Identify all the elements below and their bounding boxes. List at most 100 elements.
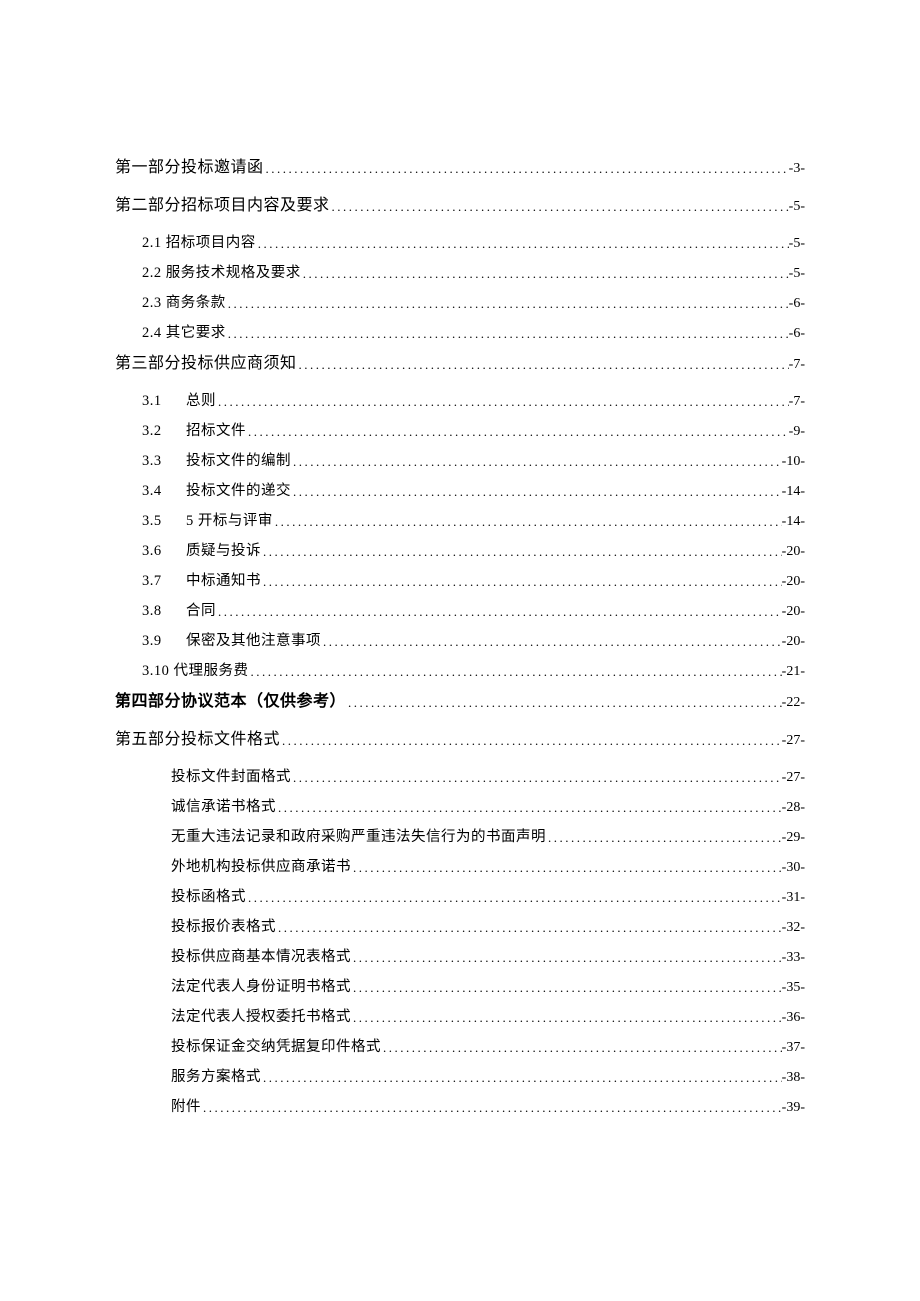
toc-entry-number: 2.4: [142, 326, 162, 341]
toc-entry[interactable]: 2.3 商务条款 -6-: [115, 296, 805, 311]
toc-entry-page: -5-: [789, 237, 805, 251]
toc-entry-text: 招标文件: [186, 423, 246, 439]
toc-entry[interactable]: 第四部分协议范本（仅供参考） -22-: [115, 694, 805, 710]
toc-leader-dots: [291, 485, 782, 498]
toc-entry[interactable]: 第三部分投标供应商须知 -7-: [115, 356, 805, 372]
toc-entry[interactable]: 3.6质疑与投诉 -20-: [115, 544, 805, 559]
toc-entry-title: 3.10 代理服务费: [142, 664, 249, 679]
toc-leader-dots: [280, 734, 782, 747]
toc-entry-text: 服务技术规格及要求: [166, 265, 301, 281]
toc-entry[interactable]: 诚信承诺书格式 -28-: [115, 800, 805, 815]
toc-entry-page: -39-: [782, 1101, 805, 1115]
toc-leader-dots: [351, 861, 782, 874]
toc-entry-text: 招标项目内容: [166, 235, 256, 251]
toc-entry-page: -32-: [782, 921, 805, 935]
toc-entry[interactable]: 2.4 其它要求 -6-: [115, 326, 805, 341]
toc-entry[interactable]: 投标函格式 -31-: [115, 890, 805, 905]
toc-entry[interactable]: 第二部分招标项目内容及要求 -5-: [115, 198, 805, 214]
toc-entry[interactable]: 3.55 开标与评审 -14-: [115, 514, 805, 529]
toc-leader-dots: [216, 605, 782, 618]
toc-entry[interactable]: 3.8合同 -20-: [115, 604, 805, 619]
toc-entry-text: 商务条款: [166, 295, 226, 311]
toc-entry-number: 2.1: [142, 236, 162, 251]
toc-entry-title: 3.4投标文件的递交: [142, 484, 291, 499]
toc-entry-number: 3.10: [142, 664, 169, 679]
toc-entry-title: 2.4 其它要求: [142, 326, 226, 341]
toc-leader-dots: [351, 951, 782, 964]
toc-entry-page: -5-: [789, 267, 805, 281]
toc-entry-text: 投标保证金交纳凭据复印件格式: [171, 1039, 381, 1055]
toc-entry-number: 3.3: [142, 454, 186, 469]
toc-entry-title: 外地机构投标供应商承诺书: [171, 860, 351, 875]
toc-leader-dots: [261, 575, 782, 588]
toc-entry[interactable]: 3.3投标文件的编制 -10-: [115, 454, 805, 469]
toc-entry[interactable]: 2.2 服务技术规格及要求 -5-: [115, 266, 805, 281]
toc-entry[interactable]: 第一部分投标邀请函 -3-: [115, 160, 805, 176]
toc-entry-page: -20-: [782, 575, 805, 589]
toc-entry-title: 3.8合同: [142, 604, 216, 619]
toc-entry-title: 2.1 招标项目内容: [142, 236, 256, 251]
toc-entry-title: 投标供应商基本情况表格式: [171, 950, 351, 965]
toc-entry[interactable]: 2.1 招标项目内容 -5-: [115, 236, 805, 251]
toc-leader-dots: [321, 635, 782, 648]
toc-leader-dots: [276, 921, 782, 934]
toc-entry[interactable]: 第五部分投标文件格式 -27-: [115, 732, 805, 748]
toc-leader-dots: [261, 1071, 782, 1084]
toc-leader-dots: [351, 1011, 782, 1024]
toc-entry[interactable]: 外地机构投标供应商承诺书 -30-: [115, 860, 805, 875]
toc-entry-page: -22-: [782, 696, 805, 710]
toc-entry-page: -20-: [782, 545, 805, 559]
toc-entry-page: -5-: [789, 200, 805, 214]
toc-entry[interactable]: 法定代表人授权委托书格式 -36-: [115, 1010, 805, 1025]
toc-entry-page: -14-: [782, 515, 805, 529]
toc-entry-title: 附件: [171, 1100, 201, 1115]
toc-entry[interactable]: 服务方案格式 -38-: [115, 1070, 805, 1085]
toc-entry-title: 2.2 服务技术规格及要求: [142, 266, 301, 281]
toc-entry-title: 投标保证金交纳凭据复印件格式: [171, 1040, 381, 1055]
toc-entry[interactable]: 投标报价表格式 -32-: [115, 920, 805, 935]
toc-entry-page: -3-: [789, 162, 805, 176]
toc-entry-text: 无重大违法记录和政府采购严重违法失信行为的书面声明: [171, 829, 546, 845]
toc-entry-page: -9-: [789, 425, 805, 439]
toc-entry-title: 投标文件封面格式: [171, 770, 291, 785]
toc-leader-dots: [246, 425, 789, 438]
toc-entry-text: 第二部分招标项目内容及要求: [115, 197, 330, 214]
toc-entry-page: -6-: [789, 297, 805, 311]
toc-entry-text: 投标文件封面格式: [171, 769, 291, 785]
toc-entry-number: 3.7: [142, 574, 186, 589]
toc-entry[interactable]: 投标供应商基本情况表格式 -33-: [115, 950, 805, 965]
toc-entry-page: -36-: [782, 1011, 805, 1025]
toc-leader-dots: [216, 395, 789, 408]
toc-entry[interactable]: 3.9保密及其他注意事项 -20-: [115, 634, 805, 649]
toc-entry-page: -20-: [782, 635, 805, 649]
toc-entry-text: 投标报价表格式: [171, 919, 276, 935]
toc-entry-text: 第四部分协议范本（仅供参考）: [115, 693, 346, 710]
toc-entry-text: 代理服务费: [174, 663, 249, 679]
toc-entry-title: 诚信承诺书格式: [171, 800, 276, 815]
toc-entry-text: 投标供应商基本情况表格式: [171, 949, 351, 965]
toc-leader-dots: [346, 696, 782, 709]
toc-entry-number: 3.9: [142, 634, 186, 649]
toc-entry-number: 3.2: [142, 424, 186, 439]
toc-entry-page: -33-: [782, 951, 805, 965]
toc-leader-dots: [226, 327, 789, 340]
toc-entry[interactable]: 3.1总则 -7-: [115, 394, 805, 409]
toc-entry[interactable]: 投标保证金交纳凭据复印件格式 -37-: [115, 1040, 805, 1055]
toc-entry[interactable]: 3.4投标文件的递交 -14-: [115, 484, 805, 499]
toc-entry[interactable]: 3.7中标通知书 -20-: [115, 574, 805, 589]
toc-entry-number: 3.4: [142, 484, 186, 499]
toc-leader-dots: [351, 981, 782, 994]
toc-entry-title: 3.6质疑与投诉: [142, 544, 261, 559]
toc-entry-number: 3.8: [142, 604, 186, 619]
toc-entry[interactable]: 投标文件封面格式 -27-: [115, 770, 805, 785]
toc-entry-number: 3.6: [142, 544, 186, 559]
toc-entry-title: 3.7中标通知书: [142, 574, 261, 589]
toc-entry[interactable]: 3.10 代理服务费 -21-: [115, 664, 805, 679]
toc-entry-page: -27-: [782, 734, 805, 748]
toc-entry[interactable]: 无重大违法记录和政府采购严重违法失信行为的书面声明 -29-: [115, 830, 805, 845]
toc-entry[interactable]: 附件 -39-: [115, 1100, 805, 1115]
toc-entry[interactable]: 3.2招标文件 -9-: [115, 424, 805, 439]
toc-leader-dots: [546, 831, 782, 844]
toc-entry[interactable]: 法定代表人身份证明书格式 -35-: [115, 980, 805, 995]
toc-leader-dots: [381, 1041, 782, 1054]
